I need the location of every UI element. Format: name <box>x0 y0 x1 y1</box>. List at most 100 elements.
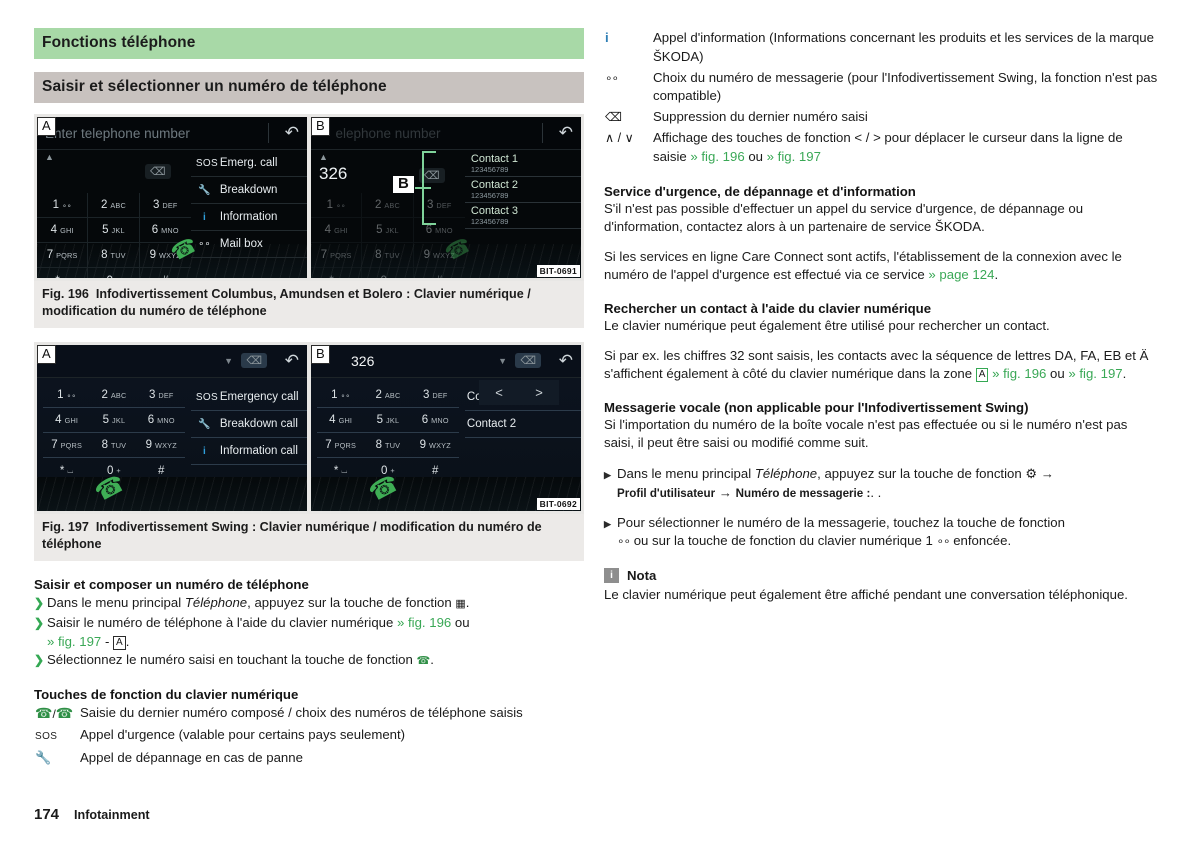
function-keys-list-continued: i Appel d'information (Informations conc… <box>604 28 1160 168</box>
key-digit: 9 <box>145 439 152 451</box>
cursor-left-icon[interactable]: < <box>495 385 503 400</box>
caret-down-icon[interactable]: ▼ <box>224 356 233 366</box>
figure-reference[interactable]: » fig. 197 <box>1068 366 1122 381</box>
key[interactable]: 8 TUV <box>362 243 414 268</box>
key[interactable]: 5 JKL <box>364 408 412 433</box>
keypad-grid: 1 ∘∘ 2 ABC 3 DEF 4 GHI 5 JKL 6 MNO 7 PQRS 8 TUV … <box>37 193 191 278</box>
page-reference[interactable]: » page 124 <box>928 267 994 282</box>
left-column: Fonctions téléphone Saisir et sélectionn… <box>34 28 584 769</box>
key[interactable]: 8 TUV <box>90 433 138 458</box>
back-arrow-icon[interactable]: ↶ <box>285 351 299 371</box>
key[interactable]: # <box>412 458 459 483</box>
backspace-icon[interactable]: ⌫ <box>145 164 171 179</box>
key[interactable]: 3 DEF <box>139 193 191 218</box>
key[interactable]: 1 ∘∘ <box>37 193 89 218</box>
list-item[interactable]: Contact 2 <box>464 411 581 438</box>
key[interactable]: 7 PQRS <box>43 433 91 458</box>
key-digit: 0 <box>381 275 387 279</box>
side-item-breakdown-call[interactable]: 🔧 Breakdown call <box>190 411 307 438</box>
key[interactable]: 4 GHI <box>311 218 363 243</box>
cursor-right-icon[interactable]: > <box>535 385 543 400</box>
key-letters: ⌴ <box>67 465 74 475</box>
keypad-196-b: ▲ 326 ⌫ 1 ∘∘ 2 ABC 3 DEF 4 GHI 5 JKL 6 MNO <box>311 150 475 279</box>
back-arrow-icon[interactable]: ↶ <box>559 351 573 371</box>
list-item: ▶ Dans le menu principal Téléphone, appu… <box>604 465 1160 504</box>
key[interactable]: 7 PQRS <box>317 433 365 458</box>
key[interactable]: 7 PQRS <box>37 243 89 268</box>
side-item-mail-box[interactable]: ∘∘ Mail box <box>190 231 307 258</box>
input-line-196-b[interactable]: > elephone number ↶ <box>311 117 581 150</box>
voicemail-para-1: Si l'importation du numéro de la boîte v… <box>604 416 1128 451</box>
key[interactable]: 1 ∘∘ <box>43 383 91 408</box>
key[interactable]: 0+ <box>362 268 414 279</box>
key-letters: + <box>116 276 120 278</box>
key[interactable]: *⌴ <box>317 458 364 483</box>
key-digit: 7 <box>325 439 332 451</box>
key[interactable]: 1 ∘∘ <box>317 383 365 408</box>
callout-badge-b: B <box>311 117 330 136</box>
back-arrow-icon[interactable]: ↶ <box>559 123 573 143</box>
list-item[interactable]: Contact 3 123456789 <box>464 203 581 229</box>
key[interactable]: 9 WXYZ <box>411 433 459 458</box>
key[interactable]: 9 WXYZ <box>137 433 185 458</box>
key[interactable]: 3 DEF <box>137 383 185 408</box>
key[interactable]: 2 ABC <box>90 383 138 408</box>
caret-up-icon[interactable]: ▲ <box>319 152 328 162</box>
side-item-emergency-call[interactable]: SOS Emerg. call <box>190 150 307 177</box>
key[interactable]: 7 PQRS <box>311 243 363 268</box>
side-item-information[interactable]: i Information <box>190 204 307 231</box>
key[interactable]: 6 MNO <box>411 408 459 433</box>
figure-reference[interactable]: » fig. 196 <box>992 366 1046 381</box>
key-letters: TUV <box>385 440 401 450</box>
backspace-icon[interactable]: ⌫ <box>515 353 541 368</box>
key-letters: ⌴ <box>341 465 348 475</box>
side-item-information-call[interactable]: i Information call <box>190 438 307 465</box>
contact-name: Contact 1 <box>470 153 518 165</box>
phone-handset-icon: ☎ <box>35 705 53 722</box>
key[interactable]: 4 GHI <box>37 218 89 243</box>
page-number: 174 <box>34 806 60 823</box>
key[interactable]: 3 DEF <box>411 383 459 408</box>
side-item-emergency-call[interactable]: SOS Emergency call <box>190 384 307 411</box>
step-text: Sélectionnez le numéro saisi en touchant… <box>47 652 413 668</box>
key[interactable]: 8 TUV <box>364 433 412 458</box>
caret-down-icon[interactable]: ▼ <box>498 356 507 366</box>
key[interactable]: 4 GHI <box>43 408 91 433</box>
backspace-icon[interactable]: ⌫ <box>241 353 267 368</box>
figure-reference[interactable]: » fig. 197 <box>47 634 101 649</box>
key[interactable]: 5 JKL <box>90 408 138 433</box>
side-item-label: Breakdown <box>219 184 278 196</box>
contact-name: Contact 2 <box>466 418 517 430</box>
key[interactable]: *⌴ <box>43 458 90 483</box>
input-line-197-a[interactable]: ▼ ⌫ ↶ <box>37 345 307 378</box>
key[interactable]: 2 ABC <box>362 193 414 218</box>
key[interactable]: 1 ∘∘ <box>311 193 363 218</box>
back-arrow-icon[interactable]: ↶ <box>285 123 299 143</box>
key[interactable]: 2 ABC <box>364 383 412 408</box>
figure-reference[interactable]: » fig. 196 <box>397 615 451 630</box>
key[interactable]: 0+ <box>88 268 140 278</box>
figure-196-frame: Enter telephone number ↶ ▲ ⌫ 1 ∘∘ 2 ABC … <box>34 114 584 281</box>
key[interactable]: # <box>140 268 191 279</box>
list-item[interactable]: Contact 2 123456789 <box>464 177 581 203</box>
list-item[interactable]: Contact 1 123456789 <box>464 151 581 177</box>
key[interactable]: # <box>138 458 185 483</box>
figure-reference[interactable]: » fig. 196 <box>690 149 744 164</box>
key[interactable]: 2 ABC <box>88 193 140 218</box>
key[interactable]: 4 GHI <box>317 408 365 433</box>
key[interactable]: # <box>414 268 465 279</box>
side-item-breakdown[interactable]: 🔧 Breakdown <box>190 177 307 204</box>
key[interactable]: 5 JKL <box>88 218 140 243</box>
screen-body: ▲ 326 ⌫ 1 ∘∘ 2 ABC 3 DEF 4 GHI 5 JKL 6 MNO <box>311 150 581 278</box>
figure-reference[interactable]: » fig. 197 <box>767 149 821 164</box>
key[interactable]: 8 TUV <box>88 243 140 268</box>
key[interactable]: 5 JKL <box>362 218 414 243</box>
side-item-label: Emergency call <box>219 391 299 403</box>
key[interactable]: *⌴ <box>37 268 89 278</box>
caret-up-icon[interactable]: ▲ <box>45 152 54 162</box>
key[interactable]: *⌴ <box>311 268 363 278</box>
input-line-197-b[interactable]: 326 ▼ ⌫ ↶ <box>311 345 581 378</box>
gear-icon: ⚙ <box>1025 465 1038 481</box>
key[interactable]: 6 MNO <box>137 408 185 433</box>
input-line-196-a[interactable]: Enter telephone number ↶ <box>37 117 307 150</box>
